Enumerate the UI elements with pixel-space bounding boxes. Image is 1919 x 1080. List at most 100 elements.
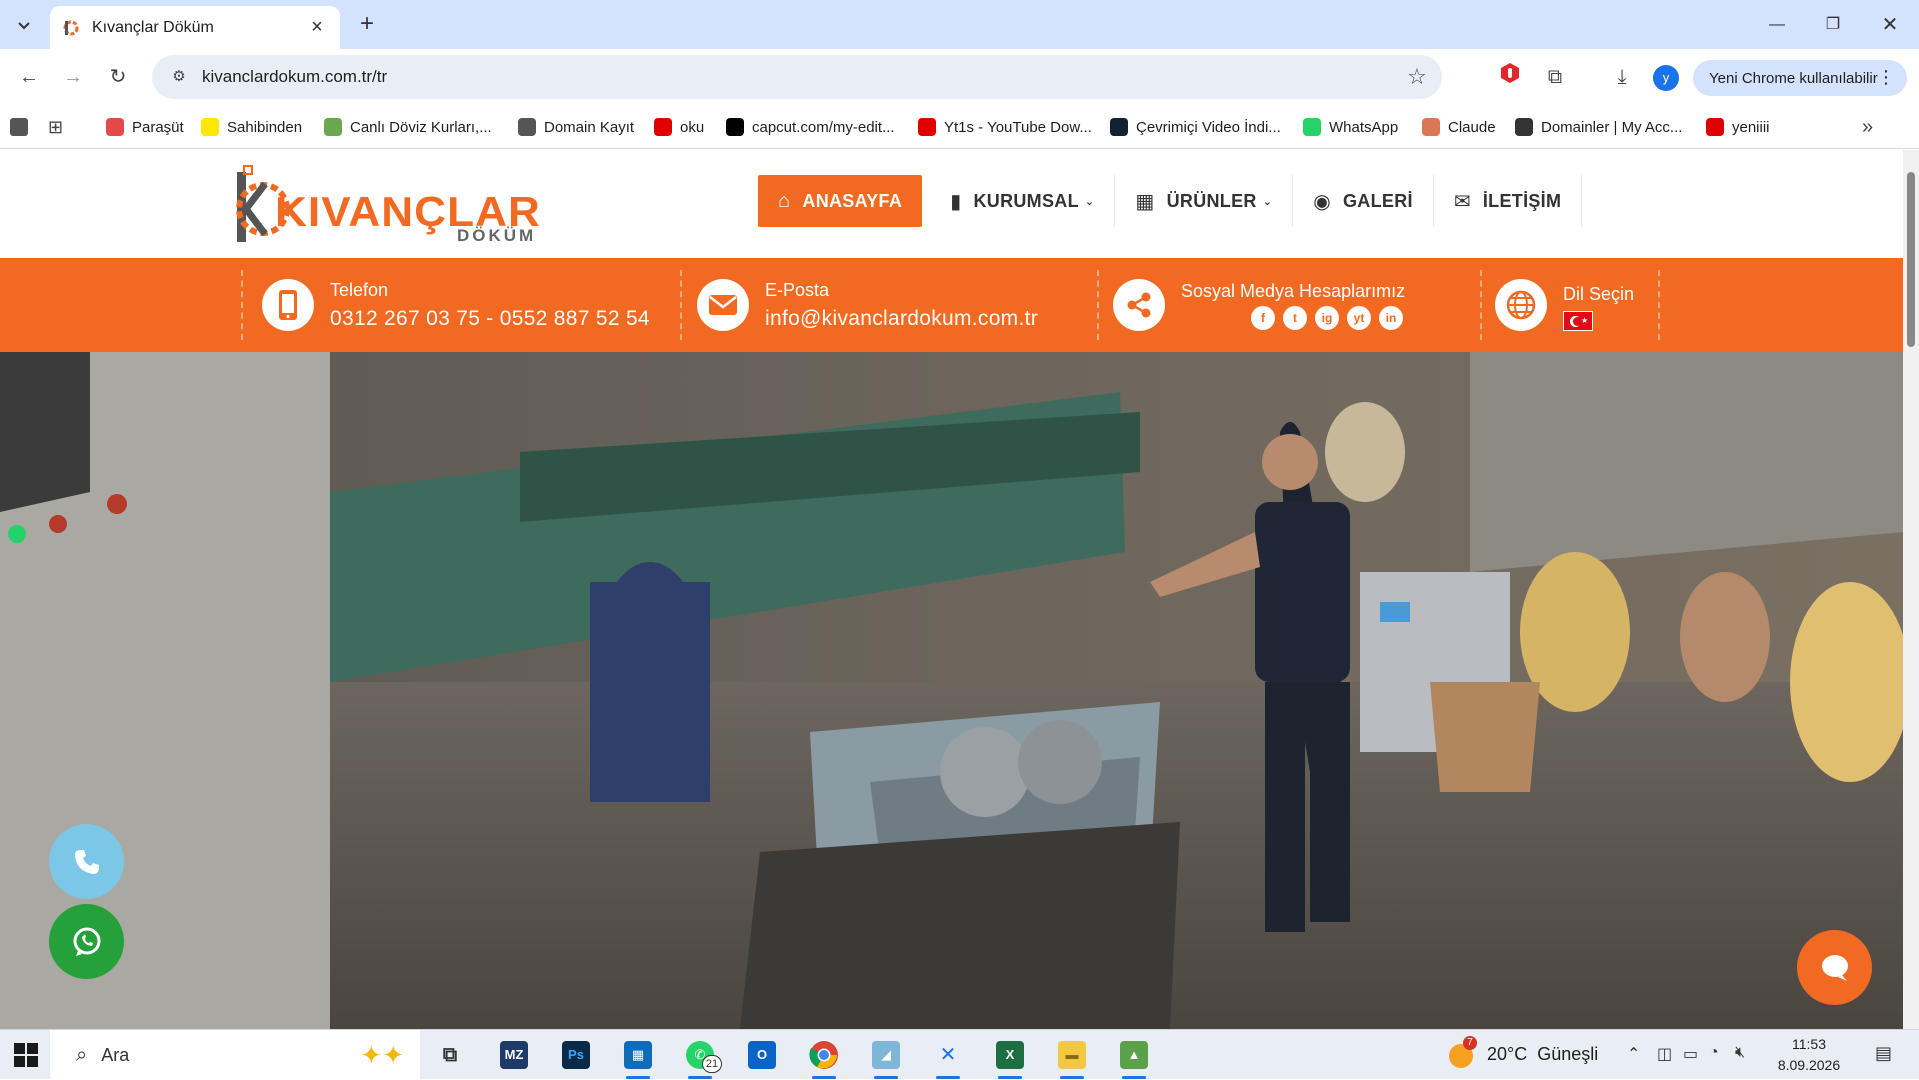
windows-start-icon[interactable] [14, 1043, 38, 1067]
browser-tab-active[interactable]: Kıvançlar Döküm × [50, 6, 340, 49]
bookmark-label: oku [680, 118, 705, 136]
task-view-icon[interactable]: ⧉ [430, 1037, 470, 1073]
bookmark-item[interactable]: Çevrimiçi Video İndi... [1110, 115, 1281, 139]
bookmark-folder-icon[interactable] [10, 115, 36, 139]
chrome-taskbar-icon[interactable] [804, 1037, 844, 1079]
bookmark-label: Domain Kayıt [544, 118, 635, 136]
parasut-icon [106, 118, 124, 136]
wifi-icon[interactable]: ◔ [1709, 1044, 1719, 1062]
instagram-icon[interactable]: ig [1315, 305, 1339, 330]
live-chat-button[interactable] [1797, 930, 1872, 1005]
minimize-button[interactable]: — [1757, 10, 1797, 40]
main-navigation: ⌂ ANASAYFA ▮ KURUMSAL ⌄ ▦ ÜRÜNLER ⌄ ◉ GALERİ ✉ İLET… [758, 175, 1583, 227]
bookmark-item[interactable]: Domainler | My Acc... [1515, 115, 1682, 139]
bookmark-item[interactable]: Paraşüt [106, 115, 184, 139]
box-icon: ▦ [1135, 190, 1155, 213]
weather-badge: 7 [1463, 1036, 1477, 1050]
forward-button[interactable]: → [58, 62, 88, 92]
twitter-icon[interactable]: t [1283, 305, 1307, 330]
facebook-icon[interactable]: f [1251, 305, 1275, 330]
whatsapp-taskbar-icon[interactable]: ✆ 21 [680, 1037, 722, 1079]
nav-item-1[interactable]: ▮ KURUMSAL ⌄ [930, 175, 1116, 227]
bookmark-label: Çevrimiçi Video İndi... [1136, 118, 1281, 136]
tab-close-icon[interactable]: × [306, 16, 328, 39]
reload-button[interactable]: ↻ [103, 62, 133, 92]
bookmark-item[interactable]: yeniiii [1706, 115, 1770, 139]
excel-icon[interactable]: X [990, 1037, 1030, 1079]
chrome-update-button[interactable]: Yeni Chrome kullanılabilir ⋮ [1693, 60, 1907, 96]
tab-search-button[interactable] [8, 10, 40, 40]
whatsapp-fab-button[interactable] [49, 904, 124, 979]
clock-time[interactable]: 11:53 [1769, 1036, 1849, 1052]
page-scrollbar[interactable] [1903, 150, 1919, 1029]
menu-dots-icon[interactable]: ⋮ [1877, 67, 1895, 88]
hero-foundry-photo [0, 352, 1903, 1029]
nav-item-0[interactable]: ⌂ ANASAYFA [758, 175, 923, 227]
profile-avatar[interactable]: y [1653, 65, 1679, 91]
new-tab-button[interactable]: + [352, 10, 382, 40]
back-button[interactable]: ← [14, 62, 44, 92]
close-window-button[interactable]: ✕ [1870, 10, 1910, 40]
email-value[interactable]: info@kivanclardokum.com.tr [765, 307, 1038, 331]
tools-app-icon[interactable]: ✕ [928, 1037, 968, 1079]
outlook-icon[interactable]: O [742, 1037, 782, 1073]
nav-item-4[interactable]: ✉ İLETİŞİM [1434, 175, 1583, 227]
capcut-icon [726, 118, 744, 136]
site-logo[interactable]: KIVANÇLAR DÖKÜM [235, 164, 555, 246]
taskbar-search-box[interactable]: ⌕ Ara ✦✦ [50, 1030, 420, 1080]
site-settings-icon[interactable]: ⚙ [168, 66, 190, 88]
contact-info-bar: Telefon 0312 267 03 75 - 0552 887 52 54 … [0, 258, 1903, 352]
volume-muted-icon[interactable]: 🔇︎ [1735, 1044, 1745, 1062]
bookmark-item[interactable]: Domain Kayıt [518, 115, 634, 139]
camera-tray-icon[interactable]: ◫ [1657, 1044, 1672, 1064]
bookmark-item[interactable]: Canlı Döviz Kurları,... [324, 115, 492, 139]
phone-value[interactable]: 0312 267 03 75 - 0552 887 52 54 [330, 307, 650, 331]
globe-icon [1495, 279, 1547, 331]
bookmark-item[interactable]: Claude [1422, 115, 1496, 139]
bookmark-item[interactable]: WhatsApp [1303, 115, 1398, 139]
phone-handset-icon [74, 849, 99, 874]
scrollbar-thumb[interactable] [1907, 172, 1915, 347]
bookmark-star-icon[interactable]: ☆ [1402, 64, 1432, 90]
search-icon: ⌕ [76, 1043, 88, 1066]
remote-desktop-icon[interactable]: ◢ [866, 1037, 906, 1079]
extensions-icon[interactable]: ⧉ [1540, 62, 1570, 92]
apps-grid-icon[interactable]: ⊞ [48, 115, 63, 139]
url-text[interactable]: kivanclardokum.com.tr/tr [202, 67, 1402, 87]
battery-icon[interactable]: ▭ [1683, 1044, 1698, 1064]
social-links: f t ig yt in [1181, 305, 1411, 330]
more-bookmarks-icon[interactable]: » [1862, 115, 1873, 139]
downloads-icon[interactable]: ⤓ [1607, 62, 1637, 92]
photoshop-icon[interactable]: Ps [556, 1037, 596, 1073]
bookmark-item[interactable]: Sahibinden [201, 115, 302, 139]
linkedin-icon[interactable]: in [1379, 305, 1403, 330]
nav-item-2[interactable]: ▦ ÜRÜNLER ⌄ [1115, 175, 1294, 227]
bookmark-item[interactable]: Yt1s - YouTube Dow... [918, 115, 1092, 139]
taskbar-search-label: Ara [101, 1044, 130, 1065]
phone-icon [262, 279, 314, 331]
bookmark-item[interactable]: capcut.com/my-edit... [726, 115, 895, 139]
adblock-extension-icon[interactable] [1495, 62, 1525, 92]
weather-text[interactable]: 20°C Güneşli [1487, 1044, 1598, 1065]
youtube-icon[interactable]: yt [1347, 305, 1371, 330]
calendar-app-icon[interactable]: ▦ [618, 1037, 658, 1079]
phone-info[interactable]: Telefon 0312 267 03 75 - 0552 887 52 54 [262, 258, 650, 352]
language-selector[interactable]: Dil Seçin ★ [1495, 258, 1634, 352]
divider [1658, 270, 1660, 340]
restore-button[interactable]: ❐ [1813, 10, 1853, 40]
address-bar[interactable]: ⚙ kivanclardokum.com.tr/tr ☆ [152, 55, 1442, 99]
image-viewer-icon[interactable]: ▲ [1114, 1037, 1154, 1079]
bookmark-item[interactable]: oku [654, 115, 704, 139]
tray-chevron-up-icon[interactable]: ⌃ [1627, 1044, 1640, 1064]
nav-item-3[interactable]: ◉ GALERİ [1293, 175, 1434, 227]
mz-app-icon[interactable]: MZ [494, 1037, 534, 1073]
email-info[interactable]: E-Posta info@kivanclardokum.com.tr [697, 258, 1038, 352]
email-label: E-Posta [765, 279, 830, 300]
turkish-flag-icon[interactable]: ★ [1563, 310, 1593, 331]
camera-icon: ◉ [1313, 190, 1331, 213]
notifications-icon[interactable]: ▤ [1875, 1043, 1892, 1064]
file-explorer-icon[interactable]: ▬ [1052, 1037, 1092, 1079]
clock-date[interactable]: 8.09.2026 [1769, 1057, 1849, 1073]
call-fab-button[interactable] [49, 824, 124, 899]
chevron-down-icon [18, 22, 30, 30]
